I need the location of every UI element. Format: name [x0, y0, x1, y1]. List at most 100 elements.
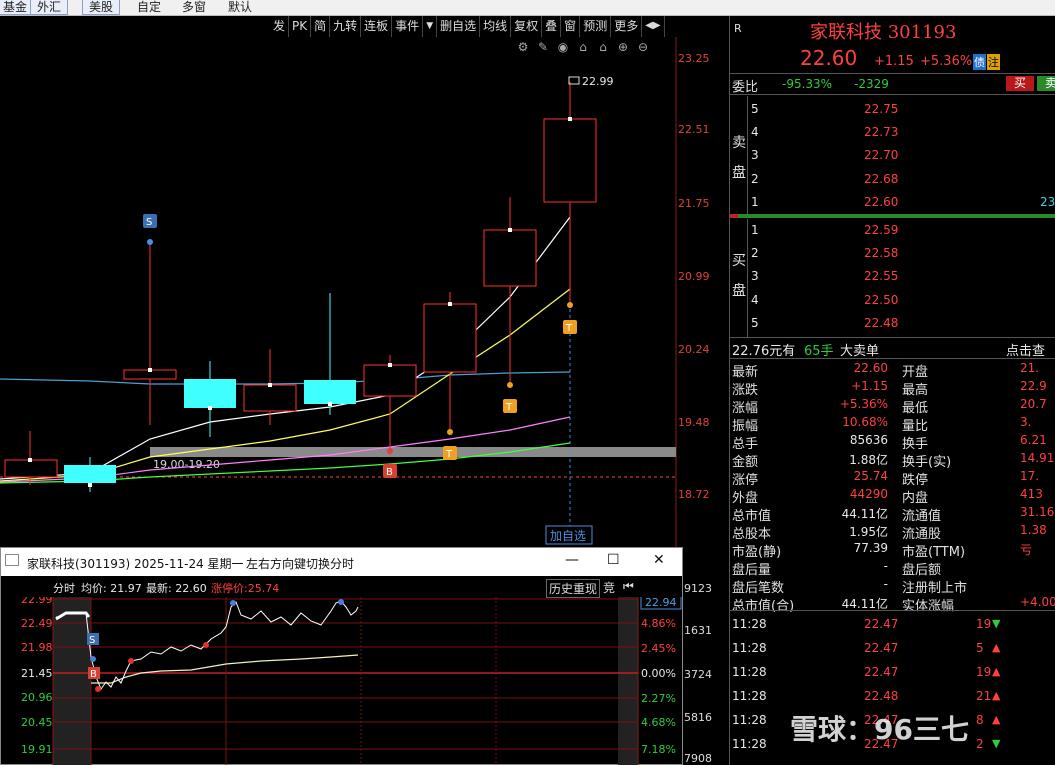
tool-pk[interactable]: PK: [289, 16, 312, 37]
tool-more[interactable]: 更多: [611, 16, 643, 37]
events-dropdown-icon[interactable]: ▼: [423, 16, 438, 37]
stat-label: 实体涨幅: [902, 599, 955, 614]
price-tag-value: 22.94: [645, 597, 677, 609]
stat-value: 22.60: [853, 361, 888, 375]
tab-default[interactable]: 默认: [228, 0, 252, 15]
bid-price[interactable]: 22.58: [864, 246, 898, 260]
tool-events[interactable]: 事件: [392, 16, 424, 37]
ask-level: 2: [751, 172, 759, 186]
price-label: 20.99: [678, 270, 710, 283]
stat-value: 77.39: [853, 541, 888, 555]
volume-label: 7908: [684, 752, 712, 765]
volume-label: 9123: [684, 582, 712, 595]
tool-ma[interactable]: 均线: [480, 16, 512, 37]
stat-value: 413: [1020, 487, 1043, 501]
stat-value: 20.7: [1020, 397, 1047, 411]
tick-price: 22.48: [864, 689, 899, 703]
top-nav-bar: 基金 外汇 美股 自定 多窗 默认: [0, 0, 1055, 16]
ma-blue-line: [0, 371, 571, 385]
candle: [363, 355, 417, 455]
ask-level: 1: [751, 195, 759, 209]
bid-level: 1: [751, 223, 759, 237]
bid-level: 4: [751, 293, 759, 307]
bid-price[interactable]: 22.50: [864, 293, 898, 307]
arrow-up-icon: ▲: [992, 665, 1001, 678]
ask-price[interactable]: 22.68: [864, 172, 898, 186]
intraday-pct-label: 2.45%: [641, 642, 676, 655]
tool-nine-turn[interactable]: 九转: [330, 16, 362, 37]
arrow-up-icon: ▲: [992, 689, 1001, 702]
ask-price[interactable]: 22.70: [864, 148, 898, 162]
intraday-pct-label: 4.68%: [641, 716, 676, 729]
tab-multi-window[interactable]: 多窗: [182, 0, 206, 15]
volume-label: 5816: [684, 711, 712, 724]
tool-window[interactable]: 窗: [561, 16, 581, 37]
stat-label: 换手(实): [902, 455, 952, 470]
tab-us-stock[interactable]: 美股: [82, 0, 121, 15]
stat-value: 31.16: [1020, 505, 1055, 519]
intraday-price-label: 20.96: [21, 691, 53, 704]
candle: [123, 242, 177, 425]
candlestick-chart[interactable]: 23.25 22.51 21.75 20.99 20.24 19.48 18.7…: [0, 37, 728, 547]
tool-remove-watch[interactable]: 删自选: [437, 16, 481, 37]
tool-adjust[interactable]: 复权: [511, 16, 543, 37]
tool-forecast[interactable]: 预测: [580, 16, 612, 37]
bid-price[interactable]: 22.59: [864, 223, 898, 237]
tick-time: 11:28: [732, 713, 767, 727]
bid-level: 3: [751, 269, 759, 283]
bid-price[interactable]: 22.55: [864, 269, 898, 283]
price-change-pct: +5.36%: [920, 54, 973, 69]
stat-value: 17.: [1020, 469, 1040, 483]
ask-price[interactable]: 22.73: [864, 125, 898, 139]
candle: [423, 292, 477, 432]
tool-overlay[interactable]: 叠: [542, 16, 562, 37]
window-icon: [5, 554, 19, 566]
bond-badge: 债: [973, 54, 986, 70]
stat-value: 22.9: [1020, 379, 1047, 393]
intraday-popup[interactable]: 家联科技(301193) 2025-11-24 星期一 左右方向键切换分时 — …: [0, 547, 683, 765]
popup-titlebar[interactable]: 家联科技(301193) 2025-11-24 星期一 左右方向键切换分时 — …: [1, 548, 682, 576]
tool-post[interactable]: 发: [270, 16, 290, 37]
spread-bar: [730, 214, 1055, 218]
popup-info-bar: 分时 均价: 21.97 最新: 22.60 涨停价:25.74 历史重现 竞 …: [1, 577, 682, 598]
candle: [543, 82, 597, 305]
bid-price[interactable]: 22.48: [864, 316, 898, 330]
weibi-diff: -2329: [854, 77, 889, 91]
tick-time: 11:28: [732, 617, 767, 631]
stat-label: 换手: [902, 437, 929, 452]
maximize-button[interactable]: ☐: [607, 552, 620, 568]
intraday-chart[interactable]: 22.99 22.49 21.98 21.45 20.96 20.45 19.9…: [1, 597, 682, 765]
stat-label: 最高: [902, 383, 929, 398]
arrow-up-icon: ▲: [992, 713, 1001, 726]
close-button[interactable]: ✕: [653, 552, 665, 568]
view-link[interactable]: 点击查: [1006, 340, 1045, 359]
last-price-label: 最新: 22.60: [146, 582, 207, 595]
tool-simple[interactable]: 简: [311, 16, 331, 37]
intraday-pct-label: 0.00%: [641, 667, 676, 680]
ask-price[interactable]: 22.75: [864, 102, 898, 116]
intraday-s-text: S: [89, 635, 95, 646]
tab-custom[interactable]: 自定: [137, 0, 161, 15]
tool-limit-up[interactable]: 连板: [361, 16, 393, 37]
stat-label: 跌停: [902, 473, 929, 488]
arrow-up-icon: ▲: [992, 641, 1001, 654]
collapse-icon[interactable]: ⏮: [623, 579, 634, 594]
history-replay-button[interactable]: 历史重现: [546, 579, 601, 598]
buy-button[interactable]: 买: [1006, 76, 1034, 91]
tab-forex[interactable]: 外汇: [30, 0, 69, 15]
sell-button[interactable]: 卖: [1037, 76, 1055, 91]
minimize-button[interactable]: —: [565, 552, 579, 568]
tab-fund[interactable]: 基金: [0, 0, 35, 15]
avg-price-label: 均价: 21.97: [81, 582, 142, 595]
popup-hint: 左右方向键切换分时: [246, 557, 355, 571]
auction-button[interactable]: 竞: [603, 579, 615, 596]
stat-value: 85636: [849, 433, 888, 447]
quote-panel: R 家联科技 301193 22.60 +1.15 +5.36% 债 注 委比 …: [729, 16, 1055, 765]
ask-price[interactable]: 22.60: [864, 195, 898, 209]
volume-label: 1631: [684, 624, 712, 637]
tick-volume: 5: [976, 641, 984, 655]
tick-volume: 21: [976, 689, 992, 703]
chart-toolbar: 发 PK 简 九转 连板 事件 ▼ 删自选 均线 复权 叠 窗 预测 更多 ◀▶: [270, 16, 678, 37]
intraday-label: 分时: [53, 582, 75, 595]
toggle-panel-icon[interactable]: ◀▶: [642, 16, 665, 37]
